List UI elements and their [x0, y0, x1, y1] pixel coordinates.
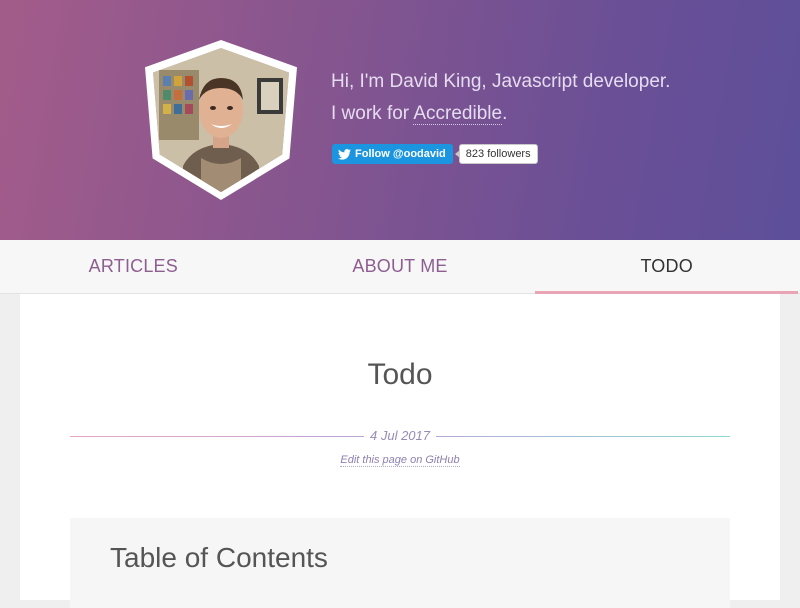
main-nav: ARTICLES ABOUT ME TODO [0, 240, 800, 294]
publish-date-text: 4 Jul 2017 [364, 428, 436, 443]
bio-employer-line: I work for Accredible. [331, 98, 711, 130]
twitter-follow-label: Follow @oodavid [355, 148, 446, 160]
article-card: Todo 4 Jul 2017 Edit this page on GitHub… [20, 294, 780, 608]
publish-date: 4 Jul 2017 [20, 428, 780, 443]
table-of-contents: Table of Contents [70, 518, 730, 608]
profile-header: Hi, I'm David King, Javascript developer… [0, 0, 800, 240]
avatar [145, 40, 297, 200]
employer-link[interactable]: Accredible [413, 103, 503, 125]
nav-item-about-me[interactable]: ABOUT ME [267, 240, 534, 293]
followers-count[interactable]: 823 followers [454, 144, 538, 164]
bio-employer-prefix: I work for [331, 103, 414, 124]
edit-on-github: Edit this page on GitHub [20, 454, 780, 467]
nav-item-todo[interactable]: TODO [533, 240, 800, 294]
edit-on-github-link[interactable]: Edit this page on GitHub [340, 454, 460, 467]
bio: Hi, I'm David King, Javascript developer… [331, 66, 711, 130]
toc-title: Table of Contents [110, 542, 328, 573]
page-title: Todo [367, 358, 433, 391]
bio-intro: Hi, I'm David King, Javascript developer… [331, 71, 671, 92]
twitter-follow: Follow @oodavid 823 followers [332, 144, 538, 164]
twitter-follow-button[interactable]: Follow @oodavid [332, 144, 453, 164]
twitter-bird-icon [338, 148, 351, 160]
bio-employer-suffix: . [502, 103, 508, 124]
nav-item-articles[interactable]: ARTICLES [0, 240, 267, 293]
